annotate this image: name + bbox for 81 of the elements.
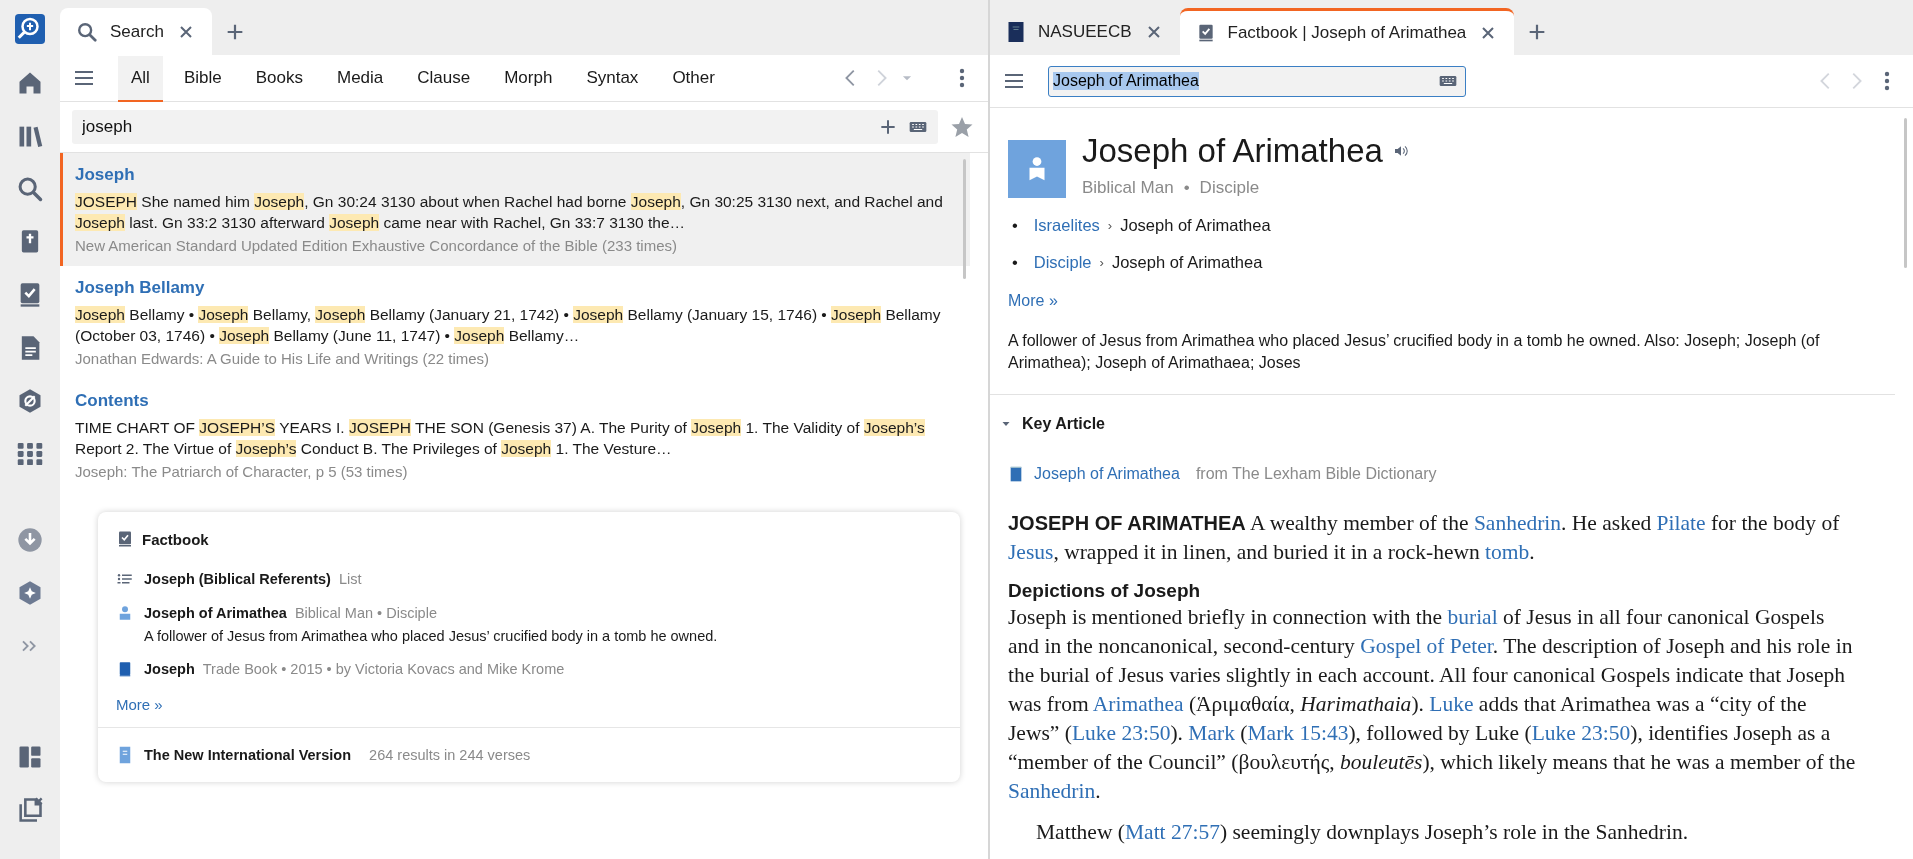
breadcrumb-link[interactable]: Disciple [1033, 253, 1092, 272]
article-paragraph: Matthew (Matt 27:57) seemingly downplays Joseph’s role in the Sanhedrin. [1035, 819, 1690, 846]
scrollbar[interactable] [963, 159, 966, 279]
result-snippet: TIME CHART OF JOSEPH’S YEARS I. JOSEPH THE SON (Genesis 37) A. The Purity of Joseph 1. The Validity of Joseph’s Report 2. The Virtue of Joseph’s Conduct B. The Privileges of Joseph 1. The Vesture… [75, 418, 926, 459]
download-icon[interactable] [16, 526, 44, 554]
filter-tab[interactable]: Morph [491, 56, 566, 103]
article-paragraph: Joseph is mentioned briefly in connection with the burial of Jesus in all four canonical Gospels and in the noncanonical, second-century Gospel of Peter. The description of Joseph and his role in the burial of Jesus varies slightly in each account. All four canonical Gospels indicate that Joseph was from Arimathea (Ἁριμαθαία, Harimathaia). Luke adds that Arimathea was a “city of the Jews” (Luke 23:50). Mark (Mark 15:43), followed by Luke (Luke 23:50), identifies Joseph as a “member of the Council” (βουλευτής, bouleutēs), which likely means that he was a member of the Sanhedrin. [1008, 604, 1857, 805]
more-link[interactable]: More » [1008, 292, 1058, 310]
result-source: Joseph: The Patriarch of Character, p 5 (53 times) [75, 463, 409, 480]
entry-title: Joseph of Arimathea [1082, 132, 1383, 170]
breadcrumb-separator: › [1099, 255, 1104, 270]
breadcrumb-separator: › [1107, 218, 1113, 233]
article-source: from The Lexham Bible Dictionary [1195, 465, 1437, 483]
result-title: Contents [75, 391, 150, 411]
result-title: Joseph Bellamy [75, 278, 206, 298]
filter-tab[interactable]: Media [323, 56, 397, 103]
entry-name[interactable]: Joseph of Arimathea [144, 605, 287, 621]
filter-tab[interactable]: Bible [170, 56, 235, 103]
breadcrumb-link[interactable]: Israelites [1033, 216, 1100, 235]
article-link[interactable]: Luke [1429, 692, 1474, 716]
search-tab[interactable]: Search [60, 8, 212, 55]
entry-name[interactable]: Joseph [144, 661, 195, 677]
entry-subtitle: Biblical Man [1082, 178, 1174, 198]
star-icon[interactable] [950, 115, 974, 139]
article-link[interactable]: Matt 27:57 [1124, 820, 1220, 844]
app-logo-icon[interactable] [15, 14, 45, 44]
speaker-icon[interactable] [1392, 143, 1409, 159]
article-link[interactable]: Pilate [1656, 511, 1706, 535]
checklist-book-icon [116, 530, 134, 548]
entry-subtitle: Disciple [1199, 178, 1260, 198]
article-link[interactable]: Arimathea [1092, 692, 1184, 716]
bullet: • [1012, 253, 1018, 272]
breadcrumb-text: Joseph of Arimathea [1120, 216, 1271, 235]
article-paragraph: JOSEPH OF ARIMATHEA A wealthy member of the Sanhedrin. He asked Pilate for the body of Jesus, wrapped it in linen, and buried it in a rock-hewn tomb. [1008, 510, 1841, 566]
separator-dot: • [1183, 178, 1190, 198]
filter-tab[interactable]: Clause [404, 56, 484, 103]
entry-description: A follower of Jesus from Arimathea who placed Jesus’ crucified body in a tomb he owned. [144, 628, 719, 644]
article-link[interactable]: Jesus [1008, 540, 1054, 564]
entry-meta: Biblical Man • Disciple [294, 605, 437, 621]
result-snippet: Joseph Bellamy • Joseph Bellamy, Joseph Bellamy (January 21, 1742) • Joseph Bellamy (January 15, 1746) • Joseph Bellamy (October 03, 1746) • Joseph Bellamy (June 11, 1747) • Joseph Bellamy… [75, 305, 942, 346]
search-result[interactable] [60, 153, 970, 266]
key-article-toggle[interactable]: Key Article [1000, 411, 1105, 437]
bible-result-title[interactable]: The New International Version [144, 747, 352, 763]
search-field[interactable]: Joseph of Arimathea [1048, 65, 1466, 97]
article-link[interactable]: Luke 23:50 [1531, 721, 1631, 745]
result-snippet: JOSEPH She named him Joseph, Gn 30:24 3130 about when Rachel had borne Joseph, Gn 30:25 3130 next, and Rachel and Joseph last. Gn 33:2 3130 afterward Joseph came near with Rachel, Gn 33:7 3130 the… [75, 192, 944, 233]
entry-name[interactable]: Joseph (Biblical Referents) [144, 571, 331, 587]
article-link[interactable]: Sanhedrin [1473, 511, 1562, 535]
entry-meta: Trade Book • 2015 • by Victoria Kovacs and Mike Krome [202, 661, 565, 677]
article-link[interactable]: tomb [1485, 540, 1530, 564]
article-link[interactable]: Gospel of Peter [1360, 634, 1493, 658]
filter-tab[interactable]: Books [242, 56, 316, 103]
filter-tab[interactable]: Other [659, 56, 728, 103]
article-link[interactable]: Mark [1188, 721, 1235, 745]
result-source: New American Standard Updated Edition Exhaustive Concordance of the Bible (233 times) [75, 237, 678, 254]
article-link[interactable]: Mark 15:43 [1247, 721, 1349, 745]
apps-grid-icon[interactable] [16, 440, 44, 468]
document-tab[interactable]: Factbook | Joseph of Arimathea [1179, 8, 1515, 55]
filter-tab[interactable]: Syntax [573, 56, 652, 103]
search-field[interactable]: joseph [72, 110, 938, 144]
filter-tab[interactable]: All [118, 56, 163, 103]
entry-summary: A follower of Jesus from Arimathea who placed Jesus’ crucified body in a tomb he owned. Also: Joseph; Joseph (of Arimathea); Joseph of Arimathaea; Joses [1008, 331, 1821, 373]
result-title: Joseph [75, 165, 136, 185]
entry-meta: List [338, 571, 362, 587]
article-link[interactable]: Sanhedrin [1008, 779, 1096, 803]
article-link[interactable]: Luke 23:50 [1071, 721, 1171, 745]
scrollbar[interactable] [1904, 118, 1907, 268]
article-heading: Depictions of Joseph [1008, 579, 1202, 603]
bible-result-meta: 264 results in 244 verses [369, 747, 531, 763]
article-title-link[interactable]: Joseph of Arimathea [1034, 465, 1180, 483]
bullet: • [1012, 216, 1018, 235]
search-icon[interactable] [16, 175, 44, 203]
document-tab[interactable]: NASUEECB [990, 8, 1180, 55]
add-icon[interactable] [878, 117, 898, 137]
more-link[interactable]: More » [98, 686, 181, 727]
breadcrumb-text: Joseph of Arimathea [1111, 253, 1263, 272]
clear-copies-icon[interactable] [16, 796, 44, 824]
card-title: Factbook [142, 530, 209, 548]
search-icon [76, 20, 98, 43]
result-source: Jonathan Edwards: A Guide to His Life and Writings (22 times) [75, 350, 491, 367]
article-link[interactable]: burial [1447, 605, 1498, 629]
